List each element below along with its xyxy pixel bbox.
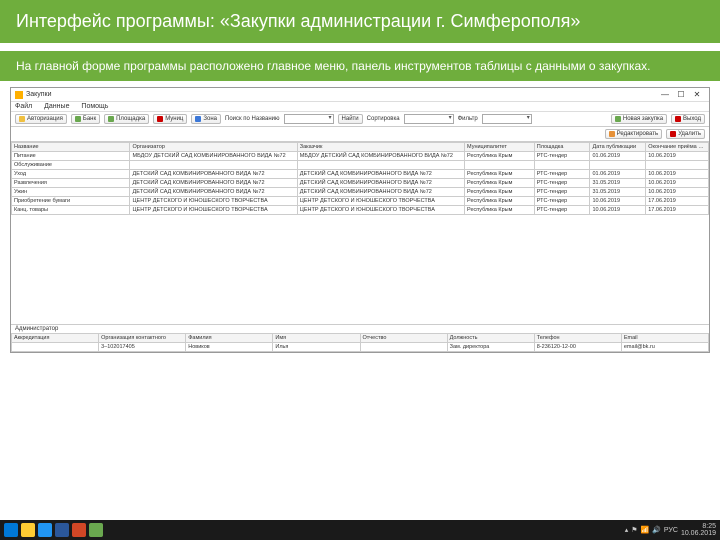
- tray-lang[interactable]: РУС: [664, 527, 678, 534]
- admin-table[interactable]: АккредитацияОрганизация контактногоФамил…: [11, 333, 709, 352]
- table-row[interactable]: Канц. товарыЦЕНТР ДЕТСКОГО И ЮНОШЕСКОГО …: [12, 206, 709, 215]
- slide-title: Интерфейс программы: «Закупки администра…: [0, 0, 720, 43]
- globe-icon: [195, 116, 201, 122]
- tray-chevron-icon[interactable]: ▴: [625, 526, 629, 534]
- table-row[interactable]: УжинДЕТСКИЙ САД КОМБИНИРОВАННОГО ВИДА №7…: [12, 188, 709, 197]
- column-header[interactable]: Фамилия: [186, 334, 273, 343]
- column-header[interactable]: Заказчик: [297, 143, 464, 152]
- key-icon: [19, 116, 25, 122]
- app-task-icon[interactable]: [89, 523, 103, 537]
- edit-button[interactable]: Редактировать: [605, 129, 662, 139]
- app-icon: [15, 91, 23, 99]
- admin-grid[interactable]: АккредитацияОрганизация контактногоФамил…: [11, 333, 709, 352]
- delete-button[interactable]: Удалить: [666, 129, 705, 139]
- tray-flag-icon[interactable]: ⚑: [631, 526, 637, 534]
- search-button[interactable]: Найти: [338, 114, 363, 124]
- menu-help[interactable]: Помощь: [81, 103, 108, 110]
- filter-label: Фильтр: [458, 116, 478, 122]
- minimize-button[interactable]: —: [657, 90, 673, 99]
- powerpoint-icon[interactable]: [72, 523, 86, 537]
- browser-icon[interactable]: [38, 523, 52, 537]
- column-header[interactable]: Площадка: [534, 143, 590, 152]
- platform-icon: [108, 116, 114, 122]
- column-header[interactable]: Организация контактного: [99, 334, 186, 343]
- column-header[interactable]: Аккредитация: [12, 334, 99, 343]
- column-header[interactable]: Окончание приёма заявок: [646, 143, 709, 152]
- slide-subtitle: На главной форме программы расположено г…: [0, 51, 720, 81]
- x-icon: [670, 131, 676, 137]
- menu-file[interactable]: Файл: [15, 103, 32, 110]
- tray-network-icon[interactable]: 📶: [640, 526, 649, 534]
- app-window: Закупки — ☐ ✕ Файл Данные Помощь Авториз…: [10, 87, 710, 353]
- zone-button[interactable]: Зона: [191, 114, 221, 124]
- plus-icon: [615, 116, 621, 122]
- sort-label: Сортировка: [367, 116, 400, 122]
- menubar: Файл Данные Помощь: [11, 102, 709, 112]
- new-button[interactable]: Новая закупка: [611, 114, 667, 124]
- sort-select[interactable]: [404, 114, 454, 124]
- toolbar-row-1: Авторизация Банк Площадка Муниц Зона Пои…: [11, 112, 709, 127]
- pencil-icon: [609, 131, 615, 137]
- table-row[interactable]: РазвлеченияДЕТСКИЙ САД КОМБИНИРОВАННОГО …: [12, 179, 709, 188]
- menu-data[interactable]: Данные: [44, 103, 69, 110]
- bank-icon: [75, 116, 81, 122]
- bank-button[interactable]: Банк: [71, 114, 100, 124]
- column-header[interactable]: Отчество: [360, 334, 447, 343]
- column-header[interactable]: Муниципалитет: [465, 143, 535, 152]
- window-title: Закупки: [26, 91, 52, 98]
- column-header[interactable]: Должность: [447, 334, 534, 343]
- search-label: Поиск по Названию: [225, 116, 280, 122]
- tray-time: 8:25: [681, 523, 716, 530]
- toolbar-row-2: Редактировать Удалить: [11, 127, 709, 142]
- main-grid[interactable]: НазваниеОрганизаторЗаказчикМуниципалитет…: [11, 142, 709, 324]
- table-row[interactable]: Обслуживание: [12, 161, 709, 170]
- column-header[interactable]: Дата публикации: [590, 143, 646, 152]
- column-header[interactable]: Телефон: [534, 334, 621, 343]
- tray-sound-icon[interactable]: 🔊: [652, 526, 661, 534]
- tray-date: 10.06.2019: [681, 530, 716, 537]
- titlebar: Закупки — ☐ ✕: [11, 88, 709, 102]
- search-input[interactable]: [284, 114, 334, 124]
- word-icon[interactable]: [55, 523, 69, 537]
- exit-button[interactable]: Выход: [671, 114, 705, 124]
- close-button[interactable]: ✕: [689, 90, 705, 99]
- column-header[interactable]: Название: [12, 143, 130, 152]
- purchases-table[interactable]: НазваниеОрганизаторЗаказчикМуниципалитет…: [11, 142, 709, 215]
- exit-icon: [675, 116, 681, 122]
- auth-button[interactable]: Авторизация: [15, 114, 67, 124]
- platform-button[interactable]: Площадка: [104, 114, 149, 124]
- muni-button[interactable]: Муниц: [153, 114, 187, 124]
- table-row[interactable]: Приобретение бумагиЦЕНТР ДЕТСКОГО И ЮНОШ…: [12, 197, 709, 206]
- taskbar[interactable]: ▴ ⚑ 📶 🔊 РУС 8:25 10.06.2019: [0, 520, 720, 540]
- table-row[interactable]: ПитаниеМБДОУ ДЕТСКИЙ САД КОМБИНИРОВАННОГ…: [12, 152, 709, 161]
- start-button[interactable]: [4, 523, 18, 537]
- table-row[interactable]: УходДЕТСКИЙ САД КОМБИНИРОВАННОГО ВИДА №7…: [12, 170, 709, 179]
- column-header[interactable]: Организатор: [130, 143, 297, 152]
- column-header[interactable]: Имя: [273, 334, 360, 343]
- maximize-button[interactable]: ☐: [673, 90, 689, 99]
- admin-section-label: Администратор: [11, 324, 709, 333]
- filter-select[interactable]: [482, 114, 532, 124]
- flag-icon: [157, 116, 163, 122]
- explorer-icon[interactable]: [21, 523, 35, 537]
- table-row[interactable]: 3–102017405НовиковИльяЗам. директора8-23…: [12, 343, 709, 352]
- column-header[interactable]: Email: [621, 334, 708, 343]
- system-tray[interactable]: ▴ ⚑ 📶 🔊 РУС 8:25 10.06.2019: [625, 523, 716, 537]
